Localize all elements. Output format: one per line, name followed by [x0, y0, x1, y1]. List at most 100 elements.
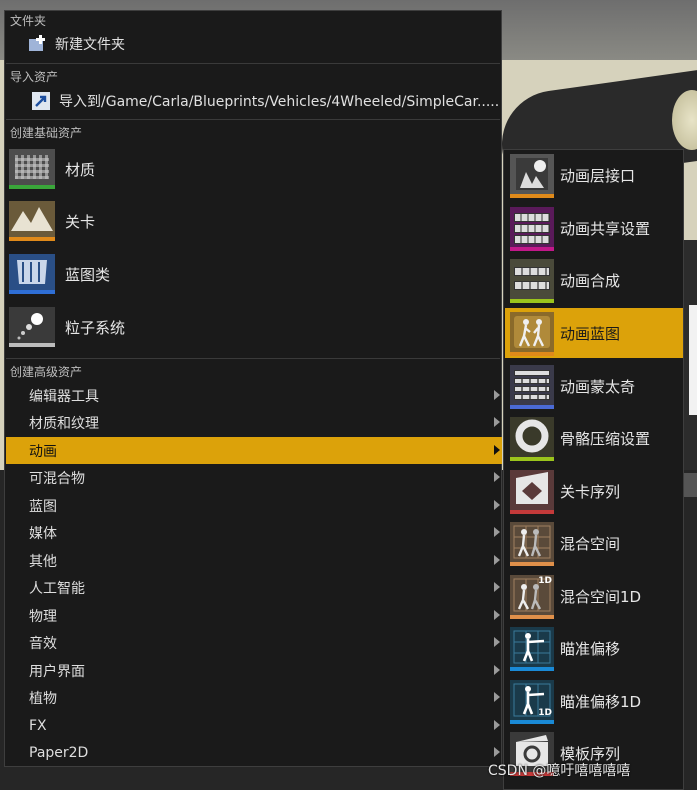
advanced-item-label: 蓝图 — [29, 498, 57, 515]
import-to-menu-item[interactable]: 导入到/Game/Carla/Blueprints/Vehicles/4Whee… — [31, 89, 499, 113]
asset-color-bar — [9, 185, 55, 189]
new-folder-icon — [27, 34, 47, 54]
submenu-item-bone-compression-settings[interactable]: 骨骼压缩设置 — [505, 413, 683, 463]
submenu-item-label: 瞄准偏移 — [560, 639, 621, 658]
advanced-item-label: 用户界面 — [29, 663, 85, 680]
asset-color-bar — [510, 562, 554, 566]
advanced-item-label: 音效 — [29, 635, 57, 652]
blueprint-icon — [9, 254, 55, 294]
chevron-right-icon — [494, 555, 500, 565]
basic-asset-blueprint-class[interactable]: 蓝图类 — [9, 250, 489, 298]
blendspace-icon — [510, 522, 554, 566]
asset-color-bar — [9, 343, 55, 347]
chevron-right-icon — [494, 527, 500, 537]
submenu-item-anim-blueprint[interactable]: 动画蓝图 — [505, 308, 683, 358]
section-header-import: 导入资产 — [10, 70, 59, 84]
advanced-item-animation[interactable]: 动画 — [6, 437, 502, 464]
advanced-item-label: FX — [29, 717, 47, 734]
import-to-label: 导入到/Game/Carla/Blueprints/Vehicles/4Whee… — [59, 94, 500, 110]
animation-submenu: 动画层接口 动画共享设置 动画合成 动画蓝图 动画蒙太奇 骨骼压缩设置 关卡序列… — [503, 149, 684, 790]
badge-1d: 1D — [538, 576, 552, 586]
bone-compression-icon — [510, 417, 554, 461]
badge-1d: 1D — [538, 708, 552, 718]
submenu-item-blendspace[interactable]: 混合空间 — [505, 518, 683, 568]
submenu-item-label: 动画蓝图 — [560, 324, 621, 343]
anim-layer-interface-icon — [510, 154, 554, 198]
submenu-item-label: 动画共享设置 — [560, 219, 651, 238]
blendspace-1d-icon: 1D — [510, 575, 554, 619]
advanced-item-label: 人工智能 — [29, 580, 85, 597]
submenu-item-label: 动画合成 — [560, 271, 621, 290]
advanced-item-ai[interactable]: 人工智能 — [6, 574, 502, 601]
advanced-item-label: 可混合物 — [29, 470, 85, 487]
asset-color-bar — [510, 247, 554, 251]
advanced-item-physics[interactable]: 物理 — [6, 602, 502, 629]
section-header-folder: 文件夹 — [10, 14, 47, 28]
level-icon — [9, 201, 55, 241]
submenu-item-level-sequence[interactable]: 关卡序列 — [505, 466, 683, 516]
aim-offset-1d-icon: 1D — [510, 680, 554, 724]
advanced-item-blendables[interactable]: 可混合物 — [6, 464, 502, 491]
advanced-item-misc[interactable]: 其他 — [6, 547, 502, 574]
watermark: CSDN @噫吁嘻嘻嘻嘻 — [488, 763, 631, 779]
advanced-item-paper2d[interactable]: Paper2D — [6, 739, 502, 766]
submenu-item-label: 混合空间1D — [560, 587, 642, 606]
advanced-item-editor-tools[interactable]: 编辑器工具 — [6, 382, 502, 409]
anim-montage-icon — [510, 365, 554, 409]
submenu-item-anim-montage[interactable]: 动画蒙太奇 — [505, 361, 683, 411]
import-icon — [31, 91, 51, 111]
basic-asset-label: 材质 — [65, 160, 96, 179]
basic-asset-level[interactable]: 关卡 — [9, 197, 489, 245]
advanced-item-materials-textures[interactable]: 材质和纹理 — [6, 409, 502, 436]
chevron-right-icon — [494, 582, 500, 592]
advanced-item-media[interactable]: 媒体 — [6, 519, 502, 546]
menu-divider — [6, 358, 500, 359]
submenu-item-label: 动画蒙太奇 — [560, 377, 636, 396]
asset-color-bar — [510, 194, 554, 198]
chevron-right-icon — [494, 747, 500, 757]
chevron-right-icon — [494, 610, 500, 620]
asset-color-bar — [510, 299, 554, 303]
chevron-right-icon — [494, 390, 500, 400]
advanced-item-label: Paper2D — [29, 744, 89, 761]
new-folder-menu-item[interactable]: 新建文件夹 — [27, 32, 125, 56]
advanced-item-sounds[interactable]: 音效 — [6, 629, 502, 656]
advanced-item-fx[interactable]: FX — [6, 712, 502, 739]
basic-asset-material[interactable]: 材质 — [9, 145, 489, 193]
right-panel-strip — [683, 473, 697, 497]
asset-color-bar — [510, 510, 554, 514]
asset-color-bar — [510, 405, 554, 409]
submenu-item-blendspace-1d[interactable]: 1D 混合空间1D — [505, 571, 683, 621]
anim-composite-icon — [510, 259, 554, 303]
advanced-item-label: 编辑器工具 — [29, 388, 99, 405]
chevron-right-icon — [494, 417, 500, 427]
create-asset-context-menu: 文件夹 新建文件夹 导入资产 导入到/Game/Carla/Blueprints… — [4, 10, 502, 767]
submenu-item-label: 动画层接口 — [560, 166, 636, 185]
advanced-item-user-interface[interactable]: 用户界面 — [6, 657, 502, 684]
asset-color-bar — [510, 352, 554, 356]
chevron-right-icon — [494, 720, 500, 730]
submenu-item-aim-offset-1d[interactable]: 1D 瞄准偏移1D — [505, 676, 683, 726]
submenu-item-label: 关卡序列 — [560, 482, 621, 501]
basic-asset-particle-system[interactable]: 粒子系统 — [9, 303, 489, 351]
asset-color-bar — [9, 290, 55, 294]
advanced-item-blueprint[interactable]: 蓝图 — [6, 492, 502, 519]
anim-blueprint-icon — [510, 312, 554, 356]
submenu-item-anim-sharing-setup[interactable]: 动画共享设置 — [505, 203, 683, 253]
level-sequence-icon — [510, 470, 554, 514]
basic-asset-label: 关卡 — [65, 212, 96, 231]
chevron-right-icon — [494, 637, 500, 647]
submenu-item-anim-layer-interface[interactable]: 动画层接口 — [505, 150, 683, 200]
section-header-basic: 创建基础资产 — [10, 126, 83, 140]
basic-asset-label: 蓝图类 — [65, 265, 111, 284]
submenu-item-label: 瞄准偏移1D — [560, 692, 642, 711]
submenu-item-aim-offset[interactable]: 瞄准偏移 — [505, 623, 683, 673]
advanced-item-foliage[interactable]: 植物 — [6, 684, 502, 711]
section-header-advanced: 创建高级资产 — [10, 365, 83, 379]
chevron-right-icon — [494, 692, 500, 702]
chevron-right-icon — [494, 472, 500, 482]
advanced-item-label: 其他 — [29, 553, 57, 570]
advanced-item-label: 物理 — [29, 608, 57, 625]
submenu-item-anim-composite[interactable]: 动画合成 — [505, 255, 683, 305]
new-folder-label: 新建文件夹 — [55, 37, 125, 53]
